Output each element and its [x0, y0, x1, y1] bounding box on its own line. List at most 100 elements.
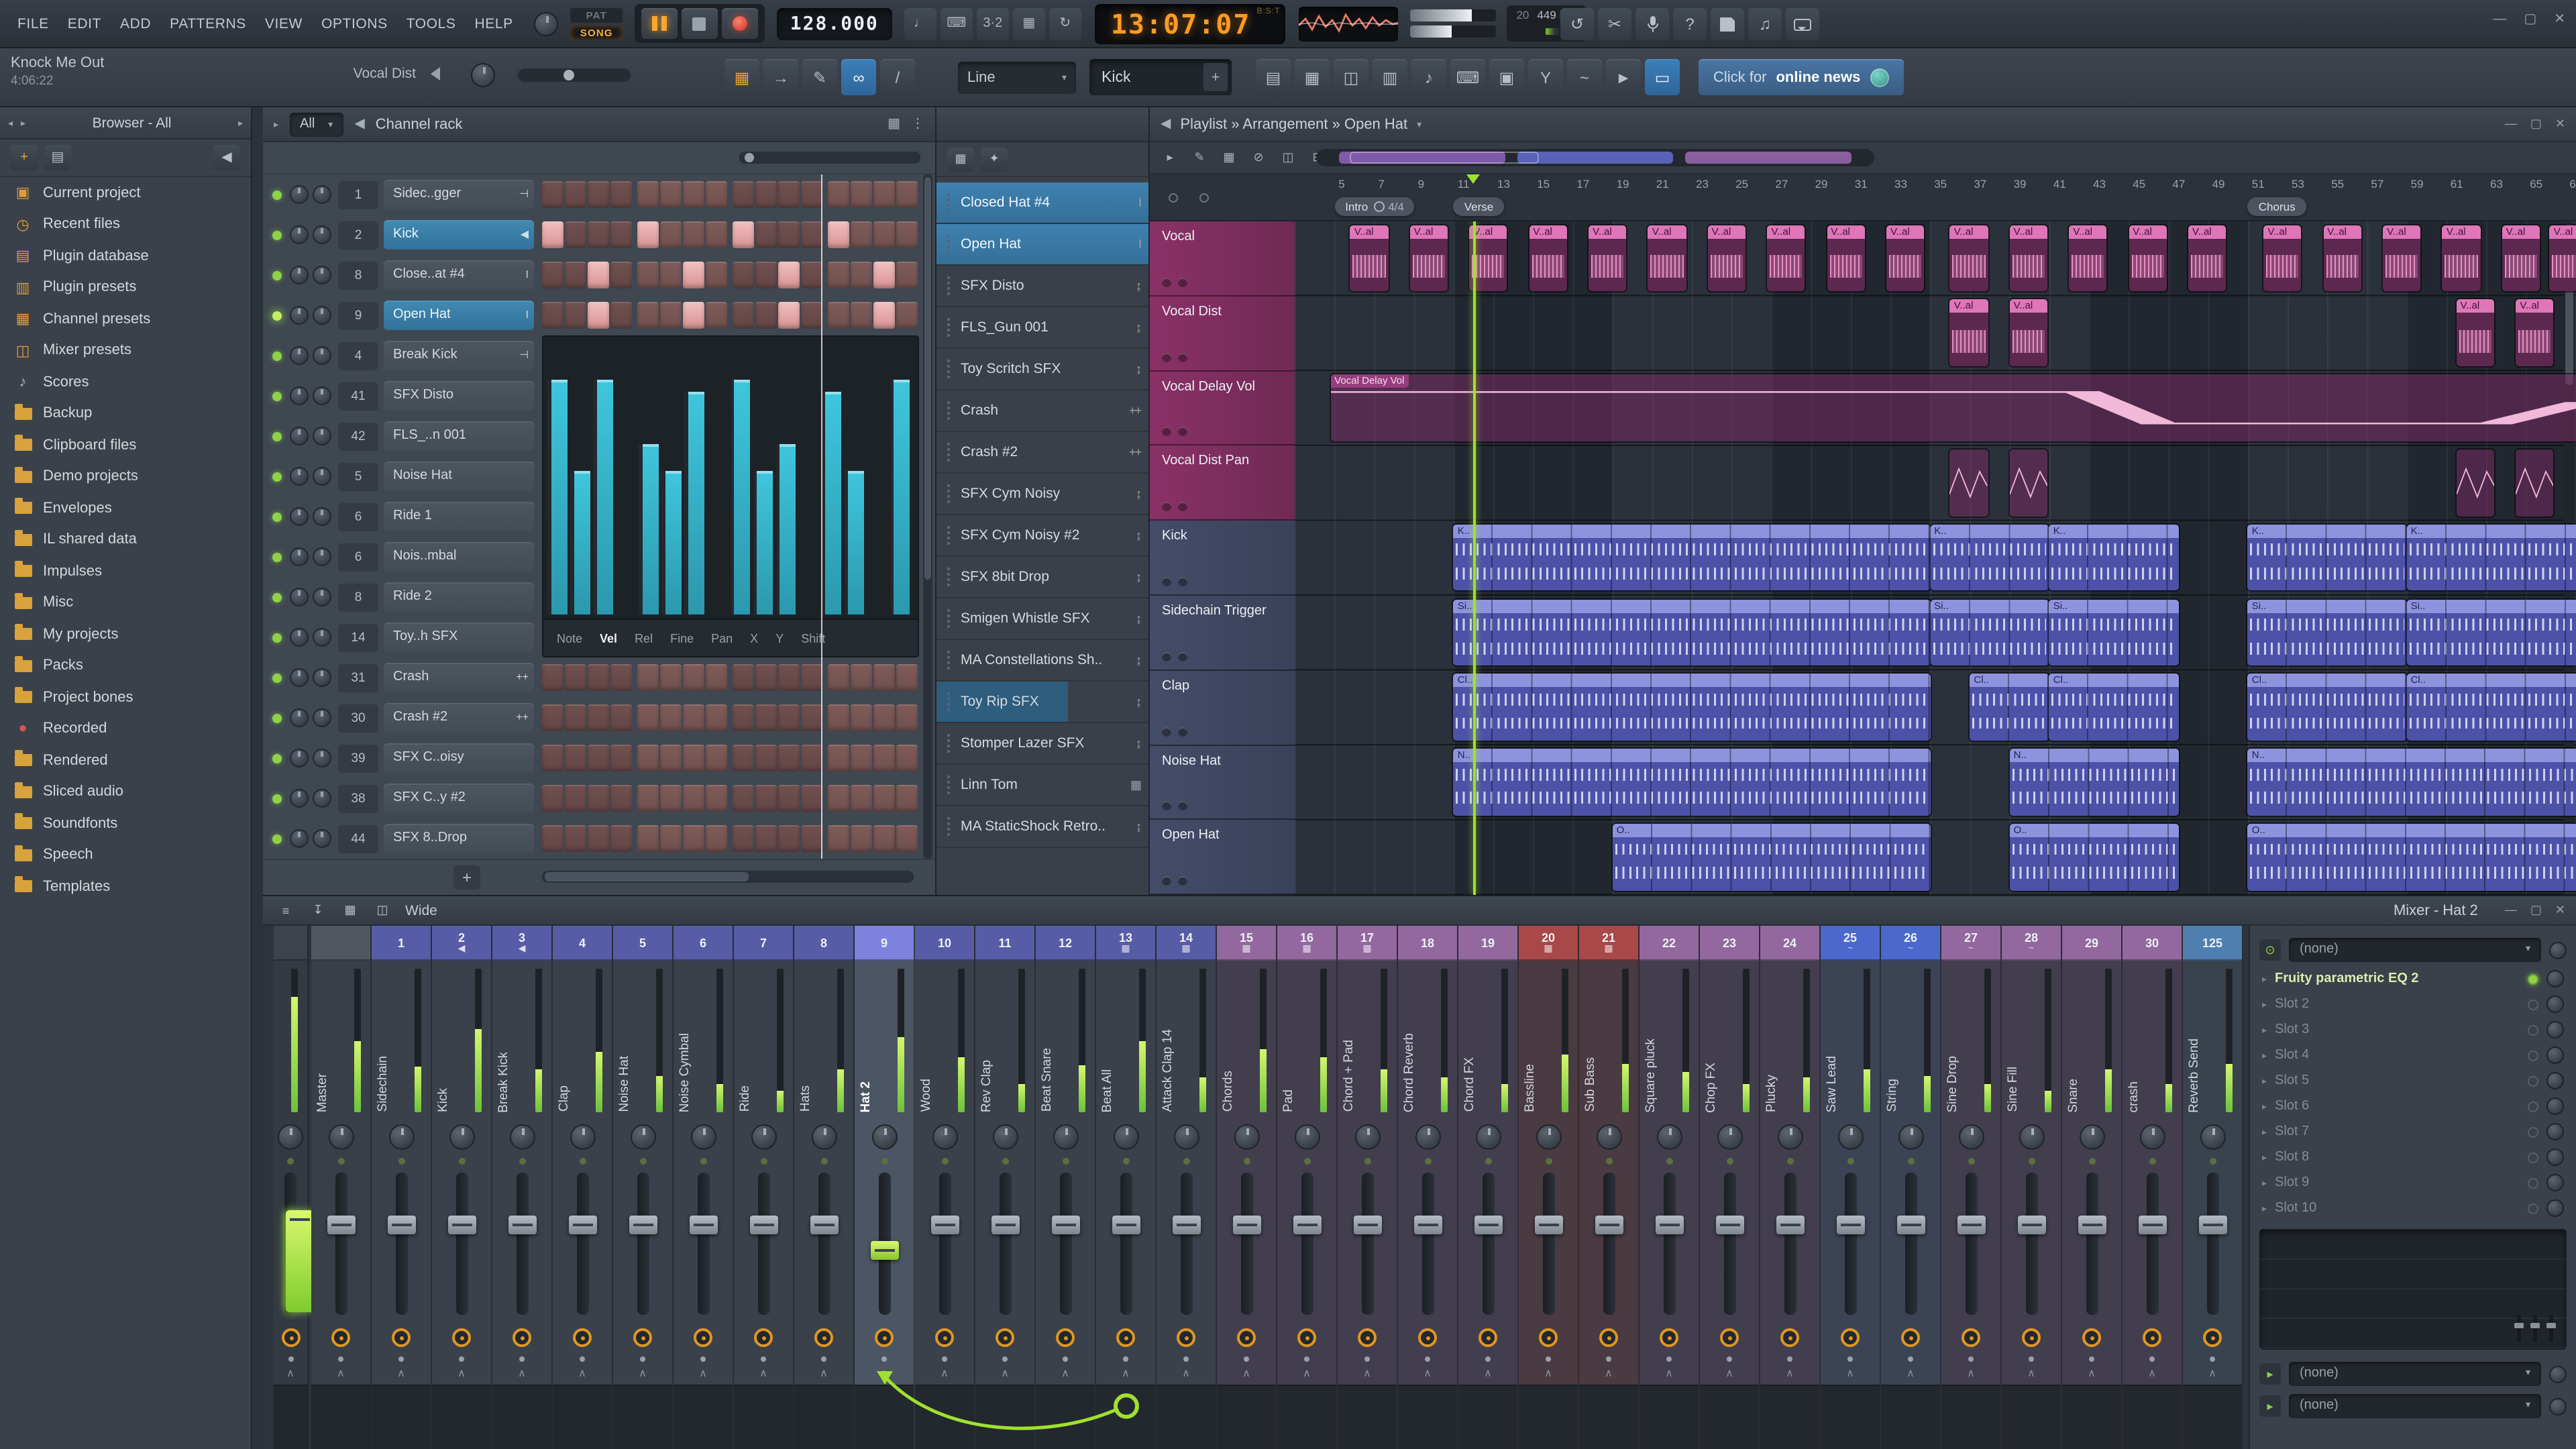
channel-target-number[interactable]: 42	[338, 421, 378, 451]
dock-arrow-icon[interactable]: ∧	[674, 1366, 733, 1385]
output-select[interactable]: (none) ▾	[2289, 1362, 2541, 1386]
picker-item-sfx-disto[interactable]: SFX Disto ↨	[936, 266, 1148, 307]
channel-led[interactable]	[272, 673, 282, 682]
dock-arrow-icon[interactable]: ∧	[1338, 1366, 1397, 1385]
effect-slot-9[interactable]: ▸ Slot 9	[2259, 1170, 2567, 1195]
pan-knob[interactable]	[328, 1124, 354, 1149]
playhead-marker[interactable]	[1466, 174, 1481, 191]
playlist-grid[interactable]: V..al V..al V..al V..al V..al V..al V..al V..al…	[1295, 221, 2576, 895]
mixer-layout-icon[interactable]: ▦	[338, 900, 362, 921]
dock-arrow-icon[interactable]: ∧	[1157, 1366, 1216, 1385]
step-cell[interactable]	[588, 704, 609, 731]
step-cell[interactable]	[828, 221, 849, 248]
strip-header[interactable]: 1	[372, 926, 431, 961]
stereo-sep-knob[interactable]	[281, 1328, 300, 1347]
fader-handle[interactable]	[2078, 1216, 2106, 1235]
pattern-clip[interactable]: K..	[2247, 524, 2407, 591]
step-cell[interactable]	[896, 825, 918, 852]
mute-led[interactable]	[398, 1157, 405, 1164]
channel-volume-knob[interactable]	[313, 507, 331, 526]
forward-icon[interactable]: ▸	[21, 117, 25, 128]
mute-led[interactable]	[820, 1157, 827, 1164]
step-cell[interactable]	[610, 825, 632, 852]
channel-target-number[interactable]: 1	[338, 180, 378, 209]
dock-arrow-icon[interactable]: ∧	[1579, 1366, 1638, 1385]
mixer-strip-hats[interactable]: 8 Hats ∧	[794, 926, 855, 1449]
menu-tools[interactable]: TOOLS	[397, 11, 466, 36]
step-cell[interactable]	[873, 704, 895, 731]
velocity-bar[interactable]	[848, 470, 865, 614]
audio-clip[interactable]: V..al	[1648, 225, 1686, 292]
hint-knob[interactable]	[471, 63, 495, 87]
step-cell[interactable]	[565, 825, 586, 852]
step-cell[interactable]	[610, 181, 632, 208]
stereo-sep-knob[interactable]	[996, 1328, 1014, 1347]
volume-fader[interactable]	[1293, 1173, 1321, 1315]
stereo-sep-knob[interactable]	[875, 1328, 894, 1347]
track-mute-icon[interactable]	[1162, 277, 1171, 287]
audio-clip[interactable]: V..al	[1949, 225, 1988, 292]
strip-header[interactable]: 12	[1036, 926, 1095, 961]
chat-icon[interactable]	[1786, 8, 1819, 40]
volume-fader[interactable]	[508, 1173, 536, 1315]
step-cell[interactable]	[733, 302, 754, 329]
mute-led[interactable]	[639, 1157, 646, 1164]
dock-arrow-icon[interactable]: ∧	[1881, 1366, 1940, 1385]
picker-item-fls-gun-001[interactable]: FLS_Gun 001 ↨	[936, 307, 1148, 349]
browser-item-recorded[interactable]: ● Recorded	[0, 713, 251, 745]
audio-clip[interactable]: V..al	[1589, 225, 1627, 292]
stereo-sep-knob[interactable]	[1599, 1328, 1618, 1347]
mixer-strip-snare[interactable]: 29 Snare ∧	[2062, 926, 2123, 1449]
mute-led[interactable]	[1726, 1157, 1733, 1164]
dock-arrow-icon[interactable]: ∧	[1821, 1366, 1880, 1385]
slot-mix-knob[interactable]	[2546, 970, 2564, 987]
channel-pan-knob[interactable]	[290, 225, 309, 244]
step-cell[interactable]	[683, 825, 704, 852]
mixer-view-mode[interactable]: Wide	[405, 902, 437, 918]
fader-handle[interactable]	[1172, 1216, 1200, 1235]
audio-clip[interactable]: V..al	[2188, 225, 2226, 292]
step-cell[interactable]	[896, 221, 918, 248]
mixer-strip-pad[interactable]: 16 ▦ Pad ∧	[1277, 926, 1338, 1449]
step-cell[interactable]	[778, 181, 800, 208]
audio-clip[interactable]: V..al	[2263, 225, 2302, 292]
pattern-clip[interactable]: O..	[1612, 823, 1931, 891]
track-header-vocal-delay-vol[interactable]: Vocal Delay Vol	[1150, 371, 1295, 446]
volume-fader[interactable]	[1776, 1173, 1804, 1315]
slot-enable-led[interactable]	[2528, 999, 2538, 1010]
strip-header[interactable]: 2 ◀	[432, 926, 491, 961]
link-tool-icon[interactable]: ∞	[841, 59, 876, 95]
channel-target-number[interactable]: 9	[338, 301, 378, 330]
step-cell[interactable]	[778, 785, 800, 812]
fader-handle[interactable]	[286, 1210, 314, 1312]
pan-knob[interactable]	[2200, 1124, 2225, 1149]
volume-fader[interactable]	[1172, 1173, 1200, 1315]
volume-fader[interactable]	[327, 1173, 355, 1315]
playlist-view-icon[interactable]: ▤	[1256, 59, 1291, 95]
volume-fader[interactable]	[689, 1173, 717, 1315]
channel-button[interactable]: SFX C..y #2	[384, 784, 534, 813]
step-cell[interactable]	[588, 262, 609, 288]
channel-led[interactable]	[272, 713, 282, 722]
step-cell[interactable]	[828, 262, 849, 288]
browser-item-channel-presets[interactable]: ▦ Channel presets	[0, 303, 251, 335]
touch-controller-icon[interactable]: Y	[1528, 59, 1563, 95]
dock-arrow-icon[interactable]: ∧	[1458, 1366, 1517, 1385]
browser-item-packs[interactable]: Packs	[0, 650, 251, 682]
step-cell[interactable]	[896, 262, 918, 288]
stereo-sep-knob[interactable]	[2143, 1328, 2161, 1347]
mute-led[interactable]	[458, 1157, 465, 1164]
cut-tool-icon[interactable]: ✂	[1598, 8, 1631, 40]
automation-clip[interactable]	[2009, 449, 2047, 517]
dock-arrow-icon[interactable]: ∧	[274, 1366, 307, 1385]
velocity-bar[interactable]	[757, 470, 773, 614]
step-cell[interactable]	[610, 704, 632, 731]
velocity-bar[interactable]	[574, 470, 590, 614]
step-cell[interactable]	[828, 704, 849, 731]
volume-fader[interactable]	[1896, 1173, 1925, 1315]
mixer-strip-crash[interactable]: 30 crash ∧	[2123, 926, 2183, 1449]
audio-clip[interactable]: V..al	[1827, 225, 1865, 292]
mixer-strip-clap[interactable]: 4 Clap ∧	[553, 926, 613, 1449]
velocity-bar[interactable]	[596, 379, 613, 614]
channel-button[interactable]: Open Hat I	[384, 301, 534, 330]
